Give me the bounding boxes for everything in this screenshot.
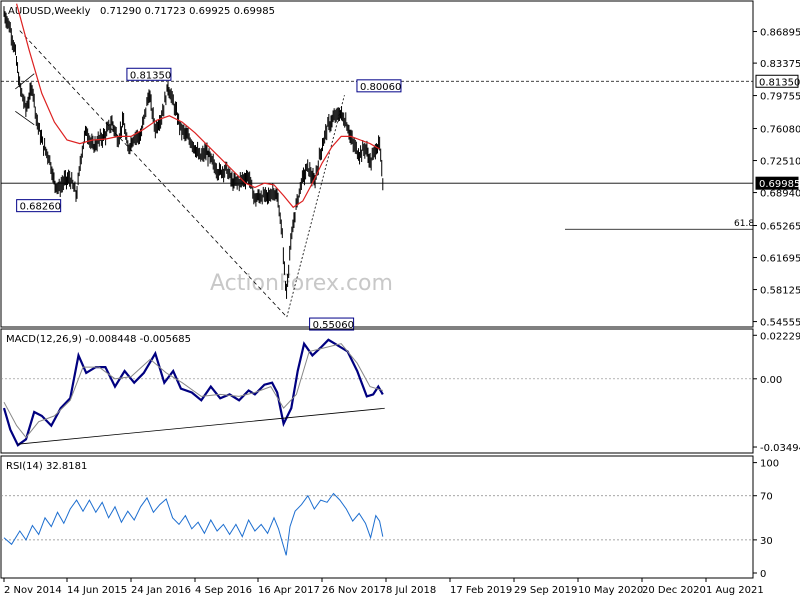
rsi-y-tick-label: 30 (760, 536, 773, 547)
price-y-tick-label: 0.54555 (760, 318, 800, 329)
price-y-tick-label: 0.65265 (760, 222, 800, 233)
x-tick-label: 26 Nov 2017 (322, 585, 386, 596)
rsi-title: RSI(14) 32.8181 (6, 461, 87, 472)
price-level-label: 0.69985 (759, 179, 800, 190)
x-tick-label: 1 Aug 2021 (706, 585, 764, 596)
watermark: ActionForex.com (210, 271, 393, 296)
price-y-tick-label: 0.83375 (760, 59, 800, 70)
x-tick-label: 20 Dec 2020 (642, 585, 706, 596)
x-tick-label: 29 Sep 2019 (514, 585, 577, 596)
price-y-tick-label: 0.72510 (760, 157, 800, 168)
price-y-tick-label: 0.86895 (760, 28, 800, 39)
price-annotation-label: 0.80060 (360, 82, 401, 93)
x-tick-label: 4 Sep 2016 (195, 585, 252, 596)
chart-canvas: AUDUSD,Weekly 0.71290 0.71723 0.69925 0.… (0, 0, 800, 600)
x-tick-label: 16 Apr 2017 (258, 585, 320, 596)
price-y-tick-label: 0.61695 (760, 254, 800, 265)
price-y-tick-label: 0.76080 (760, 125, 800, 136)
rsi-y-tick-label: 100 (760, 459, 779, 470)
x-tick-label: 17 Feb 2019 (450, 585, 512, 596)
x-tick-label: 8 Jul 2018 (386, 585, 436, 596)
macd-y-tick-label: -0.034948 (760, 443, 800, 454)
x-tick-label: 2 Nov 2014 (4, 585, 62, 596)
macd-y-tick-label: 0.022295 (760, 331, 800, 342)
price-annotation-label: 0.68260 (20, 202, 61, 213)
price-annotation-label: 0.81350 (130, 70, 171, 81)
price-y-tick-label: 0.58125 (760, 286, 800, 297)
fib-level-label: 61.8 (734, 219, 754, 229)
x-tick-label: 10 May 2020 (578, 585, 643, 596)
x-tick-label: 24 Jan 2016 (131, 585, 191, 596)
price-level-label: 0.81350 (759, 77, 800, 88)
macd-y-tick-label: 0.00 (760, 375, 782, 386)
chart-ohlc: 0.71290 0.71723 0.69925 0.69985 (100, 6, 275, 17)
price-y-tick-label: 0.68940 (760, 189, 800, 200)
x-tick-label: 14 Jun 2015 (67, 585, 127, 596)
macd-title: MACD(12,26,9) -0.008448 -0.005685 (6, 334, 191, 345)
rsi-y-tick-label: 70 (760, 492, 773, 503)
price-y-tick-label: 0.79755 (760, 92, 800, 103)
rsi-y-tick-label: 0 (760, 569, 766, 580)
chart-symbol: AUDUSD,Weekly (8, 6, 91, 17)
